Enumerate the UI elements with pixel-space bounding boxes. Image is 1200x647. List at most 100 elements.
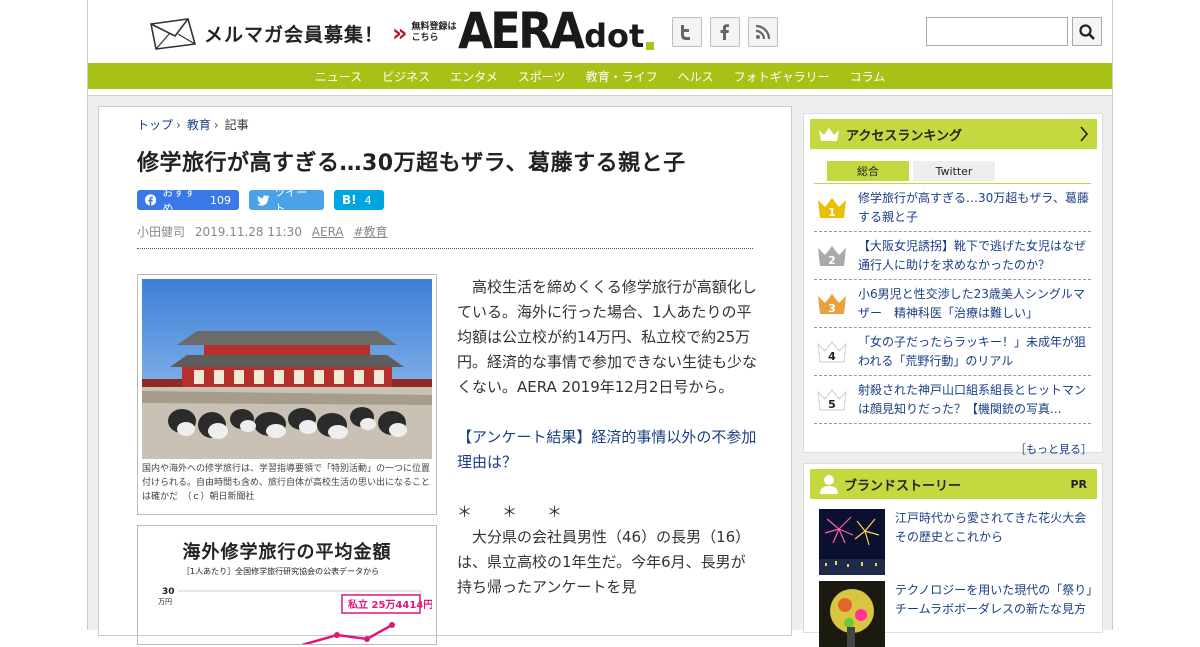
access-ranking: アクセスランキング 総合 Twitter 1 修学旅行が高すぎる…30万超もザラ… xyxy=(803,113,1103,456)
envelope-icon xyxy=(150,18,197,50)
logo-dot: dot xyxy=(584,17,645,55)
source-link[interactable]: AERA xyxy=(312,225,344,239)
article-lead: 高校生活を締めくくる修学旅行が高額化している。海外に行った場合、1人あたりの平均… xyxy=(457,278,758,396)
facebook-icon xyxy=(145,194,157,206)
photo-caption: 国内や海外への修学旅行は、学習指導要領で「特別活動」の一つに位置付けられる。自由… xyxy=(142,464,431,502)
chevron-right-icon: › xyxy=(213,118,219,132)
chart-label: 私立 25万4414円 xyxy=(347,598,432,611)
hatena-icon: B! xyxy=(342,193,357,207)
chart-graphic: 30 万円 私立 25万4414円 xyxy=(158,587,433,644)
rank-5-crown-icon: 5 xyxy=(817,388,847,411)
tweet-button[interactable]: ツイート xyxy=(249,186,324,215)
mailmag-label: メルマガ会員募集！ xyxy=(204,23,385,46)
chart-title: 海外修学旅行の平均金額 xyxy=(182,542,392,563)
brand-header: ブランドストーリー PR xyxy=(810,469,1097,499)
nav-item-column[interactable]: コラム xyxy=(840,68,896,85)
rank-4-crown-icon: 4 xyxy=(817,340,847,363)
main-area: トップ › 教育 › 記事 修学旅行が高すぎる…30万超もザラ、葛藤する親と子 おすすめ… xyxy=(88,95,1112,647)
logo-green-square xyxy=(646,42,655,50)
chart-axis-unit: 万円 xyxy=(158,598,172,606)
chart-subtitle: ［1人あたり］全国修学旅行研究協会の公表データから xyxy=(182,567,380,576)
ranking-item[interactable]: 4 「女の子だったらラッキー！」未成年が狙われる「荒野行動」のリアル xyxy=(814,328,1091,376)
chart-figure[interactable]: 海外修学旅行の平均金額 ［1人あたり］全国修学旅行研究協会の公表データから 30… xyxy=(137,525,437,645)
nav-item-photo-gallery[interactable]: フォトギャラリー xyxy=(724,68,840,85)
ranking-item[interactable]: 5 射殺された神戸山口組系組長とヒットマンは顔見知りだった？【機関銃の写真... xyxy=(814,376,1091,424)
tw-label: ツイート xyxy=(274,186,308,215)
facebook-icon[interactable] xyxy=(710,17,740,47)
tag-link[interactable]: #教育 xyxy=(353,225,387,239)
free-line2: こちら xyxy=(411,33,439,43)
nav-item-news[interactable]: ニュース xyxy=(305,68,372,85)
svg-text:1: 1 xyxy=(828,206,836,219)
rank-1-crown-icon: 1 xyxy=(818,197,846,219)
ranking-title: 【大阪女児誘拐】靴下で逃げた女児はなぜ通行人に助けを求めなかったのか？ xyxy=(858,238,1087,272)
ranking-title: 射殺された神戸山口組系組長とヒットマンは顔見知りだった？【機関銃の写真... xyxy=(858,382,1087,416)
ranking-title: 修学旅行が高すぎる…30万超もザラ、葛藤する親と子 xyxy=(858,190,1090,224)
article: トップ › 教育 › 記事 修学旅行が高すぎる…30万超もザラ、葛藤する親と子 おすすめ… xyxy=(98,106,792,645)
nav-item-entame[interactable]: エンタメ xyxy=(440,68,508,85)
svg-text:2: 2 xyxy=(828,254,836,267)
double-chevron-icon: » xyxy=(392,19,407,47)
person-icon xyxy=(820,475,838,494)
author: 小田健司 xyxy=(137,225,186,239)
svg-text:5: 5 xyxy=(828,398,836,411)
chart-axis-value: 30 xyxy=(162,587,175,597)
ranking-item[interactable]: 2 【大阪女児誘拐】靴下で逃げた女児はなぜ通行人に助けを求めなかったのか？ xyxy=(814,232,1091,280)
breadcrumb: トップ › 教育 › 記事 xyxy=(137,116,249,133)
search-input[interactable] xyxy=(926,17,1068,46)
nav-item-business[interactable]: ビジネス xyxy=(372,68,440,85)
article-photo-figure: 国内や海外への修学旅行は、学習指導要領で「特別活動」の一つに位置付けられる。自由… xyxy=(137,274,437,515)
publish-date: 2019.11.28 11:30 xyxy=(194,225,302,239)
ranking-heading: アクセスランキング xyxy=(846,128,962,144)
section-divider: ＊ ＊ ＊ xyxy=(457,503,563,521)
share-buttons: おすすめ 109 ツイート B! 4 xyxy=(137,186,384,215)
free-line1: 無料登録は xyxy=(411,22,457,32)
breadcrumb-current: 記事 xyxy=(224,118,249,132)
brand-item-title: 江戸時代から愛されてきた花火大会 その歴史とこれから xyxy=(895,511,1099,544)
brand-item-title: テクノロジーを用いた現代の「祭り」チームラボボーダレスの新たな見方 xyxy=(895,583,1093,616)
nav-item-sports[interactable]: スポーツ xyxy=(508,68,576,85)
brand-story: ブランドストーリー PR 江戸時代から愛されてきた花火大会 その歴史とこれから xyxy=(803,463,1103,647)
brand-item[interactable]: テクノロジーを用いた現代の「祭り」チームラボボーダレスの新たな見方 xyxy=(819,581,1095,647)
pr-badge: PR xyxy=(1070,477,1087,491)
hatena-bookmark-button[interactable]: B! 4 xyxy=(334,190,384,210)
page-title: 修学旅行が高すぎる…30万超もザラ、葛藤する親と子 xyxy=(137,151,686,176)
logo-aera: AERA xyxy=(458,2,585,60)
hb-count: 4 xyxy=(364,193,372,207)
brand-item[interactable]: 江戸時代から愛されてきた花火大会 その歴史とこれから xyxy=(819,509,1099,575)
ranking-item[interactable]: 1 修学旅行が高すぎる…30万超もザラ、葛藤する親と子 xyxy=(814,184,1091,232)
survey-link[interactable]: 【アンケート結果】経済的事情以外の不参加理由は？ xyxy=(457,425,757,475)
ranking-header[interactable]: アクセスランキング xyxy=(810,119,1097,149)
twitter-icon[interactable] xyxy=(672,17,702,47)
rank-3-crown-icon: 3 xyxy=(818,293,846,315)
ranking-list: 1 修学旅行が高すぎる…30万超もザラ、葛藤する親と子 2 【大阪女児誘拐】靴下… xyxy=(814,184,1091,424)
article-paragraph: 大分県の会社員男性（46）の長男（16）は、県立高校の1年生だ。今年6月、長男が… xyxy=(457,528,751,596)
nav-item-education-life[interactable]: 教育・ライフ xyxy=(576,68,668,85)
rss-icon[interactable] xyxy=(748,17,778,47)
mailmag-banner[interactable]: メルマガ会員募集！ » 無料登録は こちら xyxy=(148,16,457,50)
search-button[interactable] xyxy=(1072,17,1102,46)
ranking-item[interactable]: 3 小6男児と性交渉した23歳美人シングルマザー 精神科医「治療は難しい」 xyxy=(814,280,1091,328)
divider xyxy=(137,248,753,249)
breadcrumb-top[interactable]: トップ xyxy=(137,118,173,132)
breadcrumb-education[interactable]: 教育 xyxy=(187,118,211,132)
chevron-right-icon: › xyxy=(176,118,181,132)
site-logo[interactable]: AERA dot xyxy=(458,2,655,60)
page-wrapper: メルマガ会員募集！ » 無料登録は こちら AERA dot ニュース ビジネス… xyxy=(87,0,1113,647)
tab-twitter[interactable]: Twitter xyxy=(913,161,995,181)
chevron-right-icon xyxy=(1080,126,1089,142)
fb-count: 109 xyxy=(210,193,231,207)
global-nav: ニュース ビジネス エンタメ スポーツ 教育・ライフ ヘルス フォトギャラリー … xyxy=(88,63,1112,89)
ranking-title: 小6男児と性交渉した23歳美人シングルマザー 精神科医「治療は難しい」 xyxy=(858,286,1085,320)
fb-label: おすすめ xyxy=(162,186,196,215)
facebook-recommend-button[interactable]: おすすめ 109 xyxy=(137,186,239,215)
article-meta: 小田健司 2019.11.28 11:30 AERA #教育 xyxy=(137,223,388,240)
free-register-text: 無料登録は こちら xyxy=(412,22,457,44)
tab-overall[interactable]: 総合 xyxy=(827,161,909,181)
svg-text:3: 3 xyxy=(828,302,836,315)
nav-item-health[interactable]: ヘルス xyxy=(668,68,724,85)
more-link[interactable]: ［もっと見る］ xyxy=(1015,441,1092,457)
temple-photo[interactable] xyxy=(142,279,432,459)
twitter-bird-icon xyxy=(257,194,270,206)
rank-2-crown-icon: 2 xyxy=(818,245,846,267)
